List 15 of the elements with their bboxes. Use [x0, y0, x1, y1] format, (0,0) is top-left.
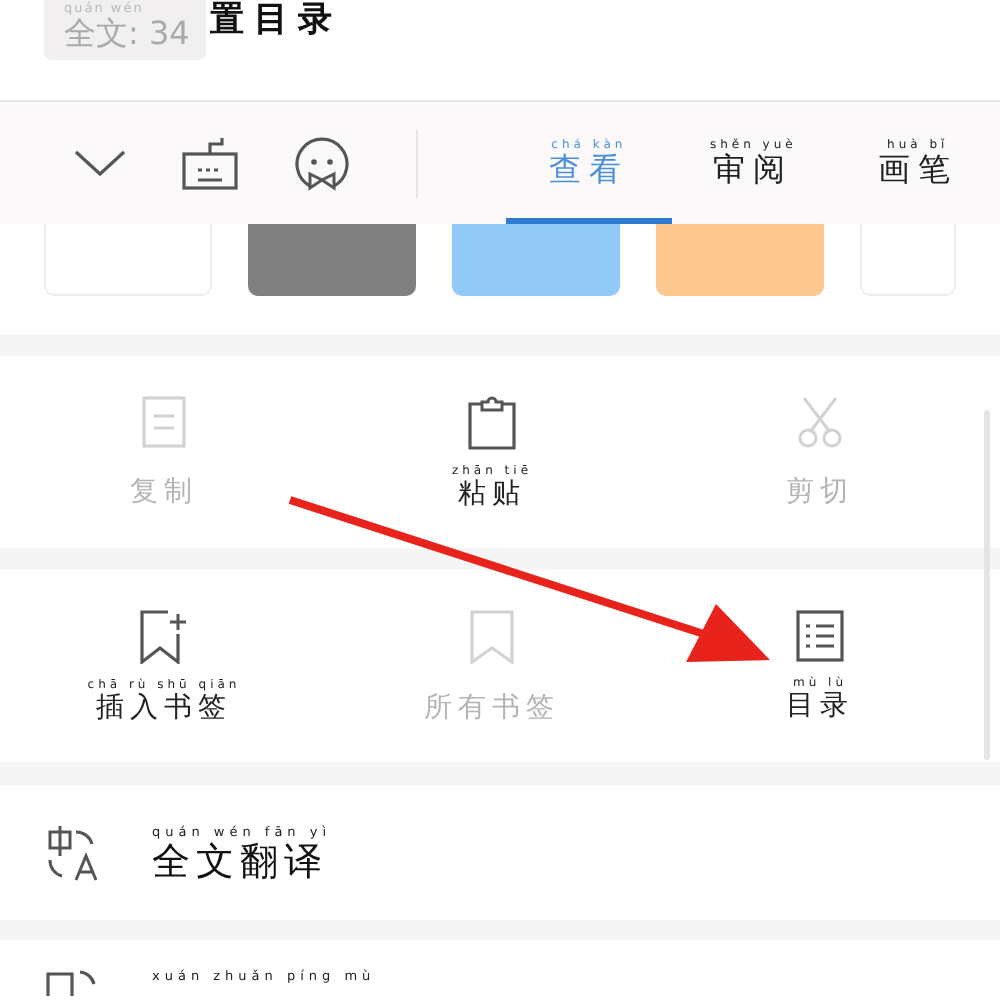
- page-title: 置目录: [209, 2, 342, 40]
- document-icon: [142, 396, 186, 448]
- scissors-icon: [798, 396, 842, 448]
- translate-icon: [44, 825, 100, 881]
- list-icon: [796, 610, 844, 662]
- bookmark-add-icon: [140, 609, 188, 663]
- emoji-icon[interactable]: [293, 135, 350, 191]
- color-swatch[interactable]: [248, 224, 416, 296]
- rotate-screen-icon: [44, 968, 100, 996]
- color-swatch[interactable]: [452, 224, 620, 296]
- collapse-icon[interactable]: [73, 149, 126, 177]
- bookmark-icon: [470, 609, 514, 663]
- keyboard-icon[interactable]: [182, 137, 239, 189]
- word-count-label: 全文: 34: [64, 16, 190, 52]
- clipboard-icon: [468, 395, 516, 449]
